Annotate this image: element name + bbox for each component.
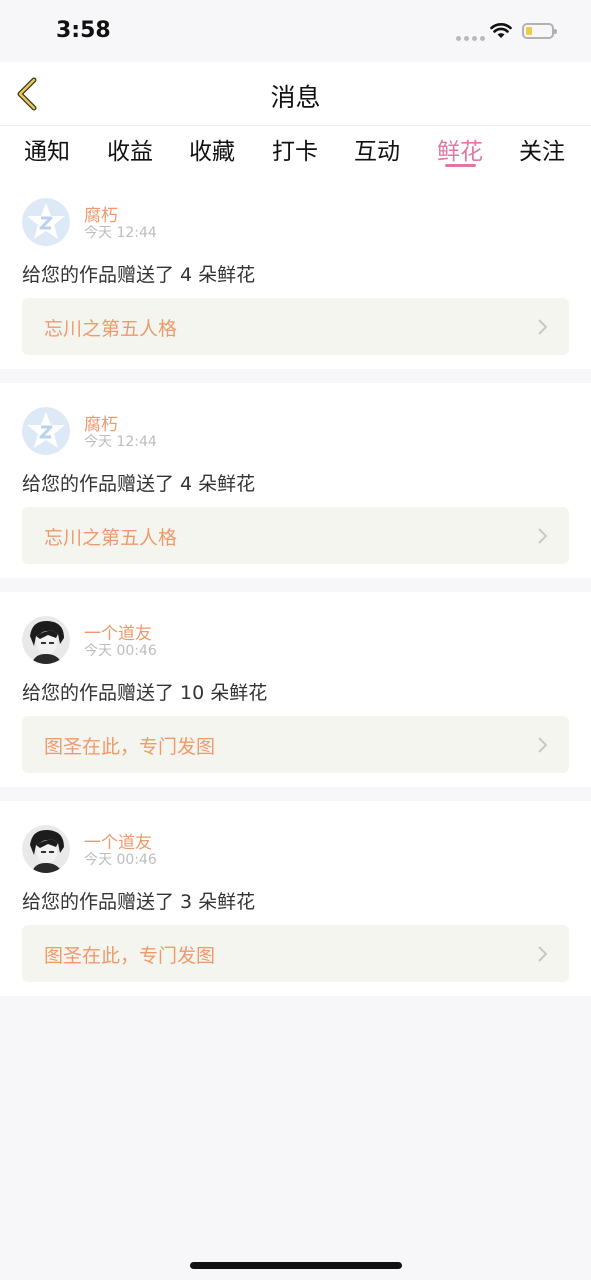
battery-icon [522,23,557,39]
list-item: 腐朽 今天 12:44 给您的作品赠送了 4 朵鲜花 忘川之第五人格 [0,174,591,369]
qq-star-avatar[interactable] [22,407,70,455]
timestamp: 今天 12:44 [84,434,157,450]
message-text: 给您的作品赠送了 10 朵鲜花 [22,682,268,704]
work-title: 忘川之第五人格 [44,527,178,549]
timestamp: 今天 00:46 [84,643,157,659]
chevron-right-icon [538,319,548,335]
active-tab-indicator [445,164,476,167]
nav-bar: 消息 [0,62,591,126]
work-link[interactable]: 忘川之第五人格 [22,507,569,564]
list-item: 一个道友 今天 00:46 给您的作品赠送了 3 朵鲜花 图圣在此，专门发图 [0,801,591,996]
work-link[interactable]: 图圣在此，专门发图 [22,716,569,773]
tab-favorites[interactable]: 收藏 [182,132,242,166]
list-item: 腐朽 今天 12:44 给您的作品赠送了 4 朵鲜花 忘川之第五人格 [0,383,591,578]
status-time: 3:58 [56,18,111,43]
chevron-right-icon [538,946,548,962]
tab-bar: 通知 收益 收藏 打卡 互动 鲜花 关注 [0,126,591,174]
tab-earnings[interactable]: 收益 [100,132,160,166]
page-title: 消息 [270,83,321,112]
work-link[interactable]: 忘川之第五人格 [22,298,569,355]
work-title: 图圣在此，专门发图 [44,945,216,967]
list-item: 一个道友 今天 00:46 给您的作品赠送了 10 朵鲜花 图圣在此，专门发图 [0,592,591,787]
status-bar: 3:58 [0,0,591,62]
signal-icon [456,36,485,41]
tab-interaction[interactable]: 互动 [347,132,407,166]
anime-avatar[interactable] [22,616,70,664]
anime-avatar[interactable] [22,825,70,873]
message-text: 给您的作品赠送了 4 朵鲜花 [22,473,256,495]
qq-star-avatar[interactable] [22,198,70,246]
chevron-right-icon [538,737,548,753]
work-title: 忘川之第五人格 [44,318,178,340]
home-indicator [190,1262,402,1269]
chevron-right-icon [538,528,548,544]
work-link[interactable]: 图圣在此，专门发图 [22,925,569,982]
tab-notifications[interactable]: 通知 [17,132,77,166]
timestamp: 今天 00:46 [84,852,157,868]
tab-checkin[interactable]: 打卡 [265,132,325,166]
work-title: 图圣在此，专门发图 [44,736,216,758]
wifi-icon [490,23,512,38]
timestamp: 今天 12:44 [84,225,157,241]
message-text: 给您的作品赠送了 4 朵鲜花 [22,264,256,286]
tab-flowers[interactable]: 鲜花 [430,132,490,166]
message-text: 给您的作品赠送了 3 朵鲜花 [22,891,256,913]
tab-follows[interactable]: 关注 [512,132,572,166]
